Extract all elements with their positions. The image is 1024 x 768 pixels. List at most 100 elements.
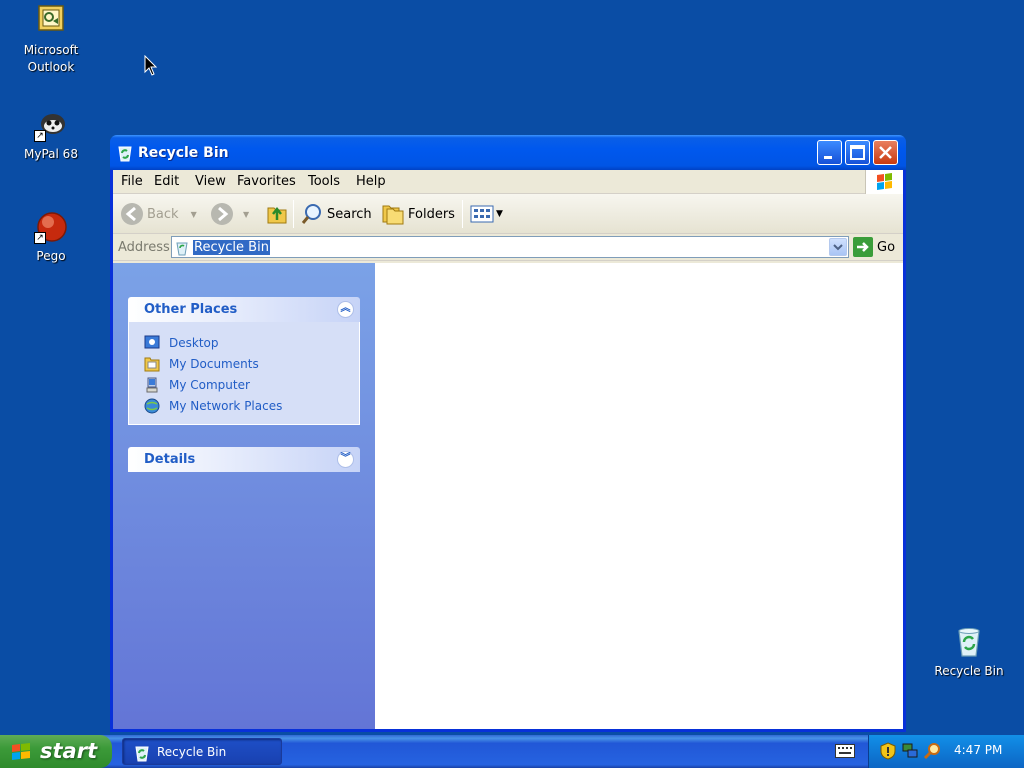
maximize-button[interactable]: [845, 140, 870, 165]
window-body: Other Places ︽ Desktop My Documents My C…: [113, 263, 903, 729]
go-arrow-icon: [853, 237, 873, 257]
address-value: Recycle Bin: [193, 240, 270, 255]
other-places-panel: Other Places ︽ Desktop My Documents My C…: [128, 297, 360, 425]
address-label: Address: [118, 240, 170, 255]
place-desktop[interactable]: Desktop: [129, 332, 359, 353]
desktop-icon-outlook[interactable]: Microsoft Outlook: [6, 4, 96, 76]
chevron-down-icon: [833, 244, 843, 251]
keyboard-icon[interactable]: [835, 744, 855, 758]
up-folder-icon: [267, 206, 287, 224]
details-header[interactable]: Details ︾: [128, 447, 360, 472]
place-label: Desktop: [169, 335, 219, 350]
desktop-icon-pego[interactable]: ↗ Pego: [6, 210, 96, 265]
minimize-button[interactable]: [817, 140, 842, 165]
desktop-icon: [144, 335, 160, 348]
views-icon: [470, 205, 494, 223]
desktop-icon-label: MyPal 68: [24, 147, 78, 161]
recycle-bin-icon: [176, 242, 188, 256]
folders-label: Folders: [408, 206, 455, 222]
details-title: Details: [144, 452, 196, 467]
menu-file[interactable]: File: [121, 174, 143, 189]
mypal-icon: ↗: [34, 108, 68, 142]
other-places-title: Other Places: [144, 302, 238, 317]
search-button[interactable]: Search: [300, 203, 372, 225]
my-network-places-icon: [144, 398, 160, 413]
up-folder-button[interactable]: [265, 203, 289, 225]
search-icon: [301, 204, 321, 224]
window-title: Recycle Bin: [138, 145, 229, 161]
file-list-area[interactable]: [375, 263, 903, 729]
folders-button[interactable]: Folders: [381, 203, 455, 225]
forward-button[interactable]: ▼: [211, 203, 249, 225]
standard-toolbar: Back ▼ ▼ Search Folders ▼: [113, 194, 903, 234]
back-arrow-icon: [121, 203, 143, 225]
menu-help[interactable]: Help: [356, 174, 386, 189]
go-button[interactable]: Go: [853, 237, 895, 257]
maximize-icon: [850, 145, 865, 160]
recycle-bin-icon: [118, 146, 132, 162]
back-label: Back: [147, 206, 179, 222]
desktop-icon-mypal[interactable]: ↗ MyPal 68: [6, 108, 96, 163]
other-places-list: Desktop My Documents My Computer My Netw…: [128, 322, 360, 425]
outlook-icon: [34, 4, 68, 38]
address-bar: Address Recycle Bin Go: [113, 234, 903, 261]
recycle-bin-window: Recycle Bin File Edit View Favorites Too…: [110, 135, 906, 732]
place-label: My Documents: [169, 356, 259, 371]
folders-icon: [382, 205, 404, 225]
menu-view[interactable]: View: [195, 174, 226, 189]
place-label: My Network Places: [169, 398, 283, 413]
menu-bar: File Edit View Favorites Tools Help: [113, 170, 903, 194]
start-label: start: [40, 739, 98, 763]
place-label: My Computer: [169, 377, 250, 392]
other-places-header[interactable]: Other Places ︽: [128, 297, 360, 322]
back-dropdown-icon: ▼: [190, 209, 197, 219]
my-documents-icon: [144, 357, 160, 371]
taskbar-item-recycle-bin[interactable]: Recycle Bin: [122, 738, 282, 765]
task-pane: Other Places ︽ Desktop My Documents My C…: [113, 263, 375, 729]
toolbar-separator: [293, 200, 294, 228]
system-tray: 4:47 PM: [868, 735, 1024, 768]
windows-logo-icon: [12, 743, 30, 760]
my-computer-icon: [146, 377, 158, 392]
address-input[interactable]: Recycle Bin: [171, 236, 849, 258]
taskbar-item-label: Recycle Bin: [157, 745, 227, 759]
pego-icon: ↗: [34, 210, 68, 244]
chevron-down-icon[interactable]: ︾: [337, 451, 354, 468]
close-icon: [879, 146, 892, 159]
address-dropdown-button[interactable]: [829, 238, 847, 256]
desktop-icon-label: Microsoft: [23, 43, 79, 57]
mouse-cursor-icon: [144, 55, 158, 76]
recycle-bin-icon: [952, 625, 986, 659]
views-dropdown-icon: ▼: [496, 209, 503, 219]
toolbar-separator: [462, 200, 463, 228]
security-shield-icon[interactable]: [879, 742, 897, 760]
shortcut-arrow-icon: ↗: [34, 130, 46, 142]
place-my-computer[interactable]: My Computer: [129, 374, 359, 395]
clock[interactable]: 4:47 PM: [954, 743, 1002, 757]
window-titlebar[interactable]: Recycle Bin: [110, 135, 906, 170]
views-button[interactable]: ▼: [470, 203, 503, 225]
menu-favorites[interactable]: Favorites: [237, 174, 296, 189]
forward-arrow-icon: [211, 203, 233, 225]
forward-dropdown-icon: ▼: [243, 209, 250, 219]
recycle-bin-icon: [135, 746, 149, 762]
go-label: Go: [877, 239, 896, 255]
magnifier-icon[interactable]: [923, 742, 941, 760]
close-button[interactable]: [873, 140, 898, 165]
network-icon[interactable]: [901, 742, 919, 760]
taskbar: start Recycle Bin 4:47 PM: [0, 735, 1024, 768]
chevron-up-icon[interactable]: ︽: [337, 301, 354, 318]
desktop-icon-label: Recycle Bin: [934, 664, 1004, 678]
back-button[interactable]: Back ▼: [121, 203, 197, 225]
menu-tools[interactable]: Tools: [308, 174, 340, 189]
menu-edit[interactable]: Edit: [154, 174, 179, 189]
place-my-documents[interactable]: My Documents: [129, 353, 359, 374]
start-button[interactable]: start: [0, 735, 112, 768]
desktop-icon-label: Outlook: [27, 60, 75, 74]
place-my-network-places[interactable]: My Network Places: [129, 395, 359, 416]
details-panel: Details ︾: [128, 447, 360, 472]
desktop-icon-recycle-bin[interactable]: Recycle Bin: [924, 625, 1014, 680]
shortcut-arrow-icon: ↗: [34, 232, 46, 244]
windows-logo-icon: [865, 170, 903, 194]
desktop-icon-label: Pego: [36, 249, 66, 263]
